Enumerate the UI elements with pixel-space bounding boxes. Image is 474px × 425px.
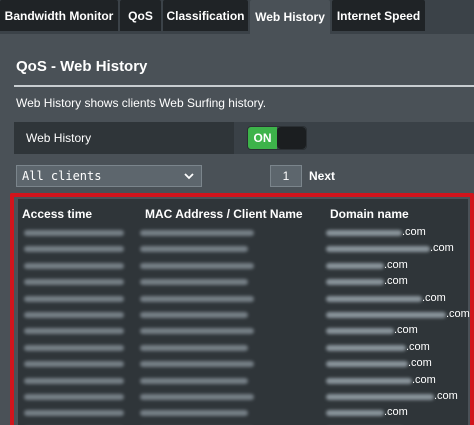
table-row: .com [18, 373, 468, 389]
table-row: .com [18, 340, 468, 356]
tab-internet-speed[interactable]: Internet Speed [332, 0, 425, 31]
page-title: QoS - Web History [16, 58, 148, 75]
redacted-access-time [24, 361, 124, 368]
table-row: .com [18, 291, 468, 307]
redacted-access-time [24, 246, 124, 253]
redacted-client [140, 312, 248, 318]
setting-label-cell: Web History [14, 122, 234, 154]
domain-suffix: .com [394, 324, 418, 337]
header-domain: Domain name [330, 207, 409, 221]
redacted-domain [326, 328, 394, 335]
redacted-domain [326, 246, 430, 253]
redacted-client [140, 410, 248, 417]
domain-suffix: .com [384, 406, 408, 419]
domain-suffix: .com [384, 258, 408, 271]
redacted-access-time [24, 394, 124, 400]
table-row: .com [18, 389, 468, 405]
table-row: .com [18, 241, 468, 257]
redacted-domain [326, 344, 406, 351]
toggle-on-label: ON [248, 127, 277, 149]
chevron-down-icon [183, 169, 195, 186]
redacted-client [140, 361, 254, 368]
next-page-link[interactable]: Next [309, 169, 335, 183]
redacted-domain [326, 394, 434, 400]
client-select[interactable]: All clients [16, 165, 202, 187]
domain-suffix: .com [412, 373, 436, 386]
redacted-access-time [24, 377, 124, 384]
table-row: .com [18, 356, 468, 372]
table-row: .com [18, 323, 468, 339]
redacted-client [140, 279, 248, 286]
table-row: .com [18, 258, 468, 274]
header-access-time: Access time [22, 207, 93, 221]
redacted-access-time [24, 279, 124, 286]
redacted-access-time [24, 262, 124, 269]
history-rows: .com .com .com .com .com .com .com .com .com .com… [18, 225, 470, 425]
header-client: MAC Address / Client Name [145, 207, 303, 221]
qos-web-history-page: Bandwidth Monitor QoS Classification Web… [0, 0, 474, 425]
tab-web-history[interactable]: Web History [250, 0, 330, 34]
domain-suffix: .com [446, 308, 470, 320]
domain-suffix: .com [422, 291, 446, 304]
redacted-client [140, 377, 248, 384]
redacted-domain [326, 361, 408, 368]
redacted-client [140, 246, 248, 253]
client-select-value: All clients [22, 169, 102, 183]
redacted-access-time [24, 312, 124, 318]
redacted-client [140, 230, 254, 236]
redacted-access-time [24, 410, 124, 417]
redacted-client [140, 394, 254, 400]
domain-suffix: .com [408, 357, 432, 370]
redacted-access-time [24, 344, 124, 351]
redacted-domain [326, 230, 402, 236]
redacted-domain [326, 377, 412, 384]
web-history-setting-row: Web History ON [14, 122, 474, 154]
table-row: .com [18, 274, 468, 290]
table-row: .com [18, 307, 470, 323]
page-description: Web History shows clients Web Surfing hi… [16, 96, 267, 110]
table-row: .com [18, 405, 468, 421]
content-panel: QoS - Web History Web History shows clie… [6, 34, 474, 425]
domain-suffix: .com [434, 390, 458, 402]
title-divider [14, 85, 474, 87]
redacted-domain [326, 410, 384, 417]
setting-label: Web History [26, 131, 92, 145]
redacted-domain [326, 262, 384, 269]
domain-suffix: .com [402, 226, 426, 238]
redacted-client [140, 295, 254, 302]
tab-bandwidth-monitor[interactable]: Bandwidth Monitor [0, 0, 118, 31]
redacted-domain [326, 295, 422, 302]
redacted-domain [326, 312, 446, 318]
toggle-knob [277, 127, 306, 149]
web-history-table: Access time MAC Address / Client Name Do… [18, 199, 470, 425]
redacted-access-time [24, 295, 124, 302]
redacted-access-time [24, 328, 124, 335]
redacted-client [140, 262, 254, 269]
domain-suffix: .com [384, 275, 408, 288]
redacted-client [140, 328, 254, 335]
redacted-access-time [24, 230, 124, 236]
web-history-toggle[interactable]: ON [247, 126, 307, 150]
tab-classification[interactable]: Classification [163, 0, 248, 31]
page-number-input[interactable]: 1 [270, 165, 302, 187]
redacted-domain [326, 279, 384, 286]
domain-suffix: .com [430, 242, 454, 255]
tab-qos[interactable]: QoS [120, 0, 161, 31]
domain-suffix: .com [406, 340, 430, 353]
redacted-client [140, 344, 248, 351]
table-row: .com [18, 225, 468, 241]
tab-bar: Bandwidth Monitor QoS Classification Web… [0, 0, 474, 34]
